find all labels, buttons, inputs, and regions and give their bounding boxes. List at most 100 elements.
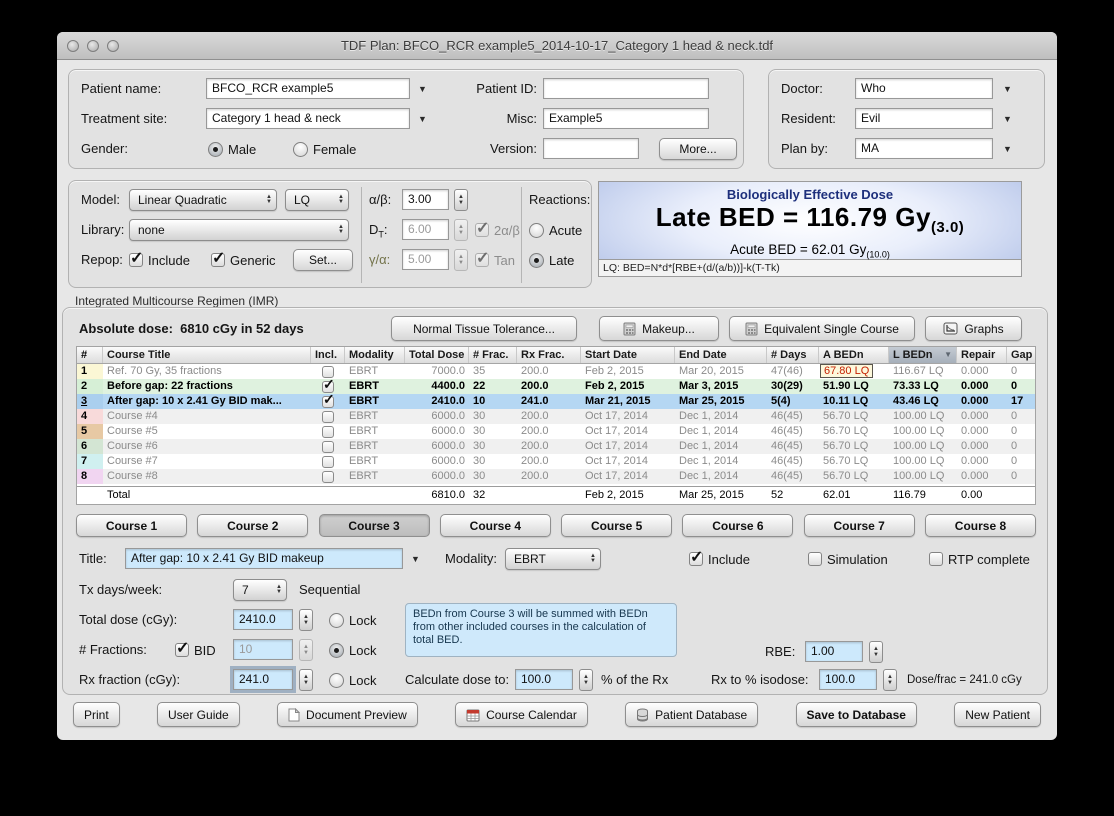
doctor-field[interactable]: Who (855, 78, 993, 99)
course-calendar-button[interactable]: Course Calendar (455, 702, 588, 727)
course-title-field[interactable]: After gap: 10 x 2.41 Gy BID makeup (125, 548, 403, 569)
totaldose-field[interactable]: 2410.0 (233, 609, 293, 630)
model-short-popup[interactable]: LQ ▲ ▼ (285, 189, 349, 211)
patient-id-field[interactable] (543, 78, 709, 99)
col-header-abedn[interactable]: A BEDn (819, 347, 889, 363)
row-include-checkbox-checked[interactable] (322, 379, 335, 393)
patient-name-dropdown-icon[interactable]: ▼ (418, 78, 427, 100)
course-row-8[interactable]: 8 Course #8 EBRT 6000.0 30 200.0 Oct 17, 2014 D… (77, 469, 1035, 484)
treatment-site-field[interactable]: Category 1 head & neck (206, 108, 410, 129)
course-row-3[interactable]: 3 After gap: 10 x 2.41 Gy BID mak... EBRT 2… (77, 394, 1035, 409)
isodose-stepper[interactable]: ▲ ▼ (883, 669, 897, 691)
col-header-num[interactable]: # (77, 347, 103, 363)
rxfraction-field[interactable]: 241.0 (233, 669, 293, 690)
rtp-complete-checkbox[interactable]: RTP complete (929, 548, 1030, 570)
misc-field[interactable]: Example5 (543, 108, 709, 129)
normal-tissue-tolerance-button[interactable]: Normal Tissue Tolerance... (391, 316, 577, 341)
col-header-enddate[interactable]: End Date (675, 347, 767, 363)
totaldose-lock-radio[interactable]: Lock (329, 609, 376, 631)
course-8-button[interactable]: Course 8 (924, 514, 1036, 537)
gamma-alpha-stepper[interactable]: ▲ ▼ (454, 249, 468, 271)
include-checkbox[interactable]: Include (689, 547, 750, 570)
row-include-checkbox[interactable] (322, 425, 334, 438)
course-1-button[interactable]: Course 1 (76, 514, 187, 537)
course-row-2[interactable]: 2 Before gap: 22 fractions EBRT 4400.0 22 200… (77, 379, 1035, 394)
row-include-checkbox[interactable] (322, 410, 334, 423)
user-guide-button[interactable]: User Guide (157, 702, 240, 727)
dt-stepper[interactable]: ▲ ▼ (454, 219, 468, 241)
course-row-5[interactable]: 5 Course #5 EBRT 6000.0 30 200.0 Oct 17, 2014 D… (77, 424, 1035, 439)
fractions-lock-radio[interactable]: Lock (329, 639, 376, 661)
fractions-stepper[interactable]: ▲ ▼ (299, 639, 313, 661)
col-header-modality[interactable]: Modality (345, 347, 405, 363)
zoom-button[interactable] (107, 40, 119, 52)
course-row-1[interactable]: 1 Ref. 70 Gy, 35 fractions EBRT 7000.0 35 200… (77, 364, 1035, 379)
makeup-button[interactable]: Makeup... (599, 316, 719, 341)
simulation-checkbox[interactable]: Simulation (808, 548, 888, 570)
library-popup[interactable]: none ▲ ▼ (129, 219, 349, 241)
version-field[interactable] (543, 138, 639, 159)
rbe-stepper[interactable]: ▲ ▼ (869, 641, 883, 663)
reactions-late-radio[interactable]: Late (529, 249, 574, 271)
model-popup[interactable]: Linear Quadratic ▲ ▼ (129, 189, 277, 211)
print-button[interactable]: Print (73, 702, 120, 727)
course-title-dropdown-icon[interactable]: ▼ (411, 548, 420, 570)
new-patient-button[interactable]: New Patient (954, 702, 1041, 727)
course-5-button[interactable]: Course 5 (561, 514, 673, 537)
col-header-totaldose[interactable]: Total Dose (405, 347, 469, 363)
totaldose-stepper[interactable]: ▲ ▼ (299, 609, 313, 631)
course-2-button[interactable]: Course 2 (197, 514, 309, 537)
rxfraction-lock-radio[interactable]: Lock (329, 669, 376, 691)
col-header-rxfrac[interactable]: Rx Frac. (517, 347, 581, 363)
repop-generic-checkbox[interactable]: Generic (211, 248, 276, 271)
close-button[interactable] (67, 40, 79, 52)
planby-dropdown-icon[interactable]: ▼ (1003, 138, 1012, 160)
alpha-beta-stepper[interactable]: ▲ ▼ (454, 189, 468, 211)
row-include-checkbox[interactable] (322, 365, 334, 378)
titlebar[interactable]: TDF Plan: BFCO_RCR example5_2014-10-17_C… (57, 32, 1057, 60)
course-6-button[interactable]: Course 6 (682, 514, 794, 537)
col-header-numfrac[interactable]: # Frac. (469, 347, 517, 363)
course-table-header[interactable]: # Course Title Incl. Modality Total Dose… (77, 347, 1035, 364)
calcdose-field[interactable]: 100.0 (515, 669, 573, 690)
isodose-field[interactable]: 100.0 (819, 669, 877, 690)
doctor-dropdown-icon[interactable]: ▼ (1003, 78, 1012, 100)
row-include-checkbox[interactable] (322, 455, 334, 468)
course-row-7[interactable]: 7 Course #7 EBRT 6000.0 30 200.0 Oct 17, 2014 D… (77, 454, 1035, 469)
save-to-database-button[interactable]: Save to Database (795, 702, 917, 727)
course-row-6[interactable]: 6 Course #6 EBRT 6000.0 30 200.0 Oct 17, 2014 D… (77, 439, 1035, 454)
course-7-button[interactable]: Course 7 (803, 514, 915, 537)
alpha-beta-field[interactable]: 3.00 (402, 189, 449, 210)
repop-include-checkbox[interactable]: Include (129, 248, 190, 271)
course-3-button[interactable]: Course 3 (318, 514, 430, 537)
rxfraction-stepper[interactable]: ▲ ▼ (299, 669, 313, 691)
gender-female-radio[interactable]: Female (293, 138, 356, 160)
bid-checkbox[interactable]: BID (175, 638, 216, 661)
txdays-popup[interactable]: 7 ▲ ▼ (233, 579, 287, 601)
calcdose-stepper[interactable]: ▲ ▼ (579, 669, 593, 691)
course-row-4[interactable]: 4 Course #4 EBRT 6000.0 30 200.0 Oct 17, 2014 D… (77, 409, 1035, 424)
col-header-incl[interactable]: Incl. (311, 347, 345, 363)
col-header-lbedn[interactable]: L BEDn ▼ (889, 347, 957, 363)
patient-name-field[interactable]: BFCO_RCR example5 (206, 78, 410, 99)
patient-database-button[interactable]: Patient Database (625, 702, 759, 727)
document-preview-button[interactable]: Document Preview (277, 702, 418, 727)
modality-popup[interactable]: EBRT ▲ ▼ (505, 548, 601, 570)
resident-dropdown-icon[interactable]: ▼ (1003, 108, 1012, 130)
row-include-checkbox[interactable] (322, 470, 334, 483)
tan-checkbox[interactable]: Tan (475, 248, 515, 271)
planby-field[interactable]: MA (855, 138, 993, 159)
col-header-repair[interactable]: Repair (957, 347, 1007, 363)
gamma-alpha-field[interactable]: 5.00 (402, 249, 449, 270)
course-4-button[interactable]: Course 4 (439, 514, 551, 537)
dt-field[interactable]: 6.00 (402, 219, 449, 240)
col-header-startdate[interactable]: Start Date (581, 347, 675, 363)
fractions-field[interactable]: 10 (233, 639, 293, 660)
more-button[interactable]: More... (659, 138, 737, 160)
reactions-acute-radio[interactable]: Acute (529, 219, 582, 241)
rbe-field[interactable]: 1.00 (805, 641, 863, 662)
minimize-button[interactable] (87, 40, 99, 52)
treatment-site-dropdown-icon[interactable]: ▼ (418, 108, 427, 130)
graphs-button[interactable]: Graphs (925, 316, 1022, 341)
col-header-title[interactable]: Course Title (103, 347, 311, 363)
